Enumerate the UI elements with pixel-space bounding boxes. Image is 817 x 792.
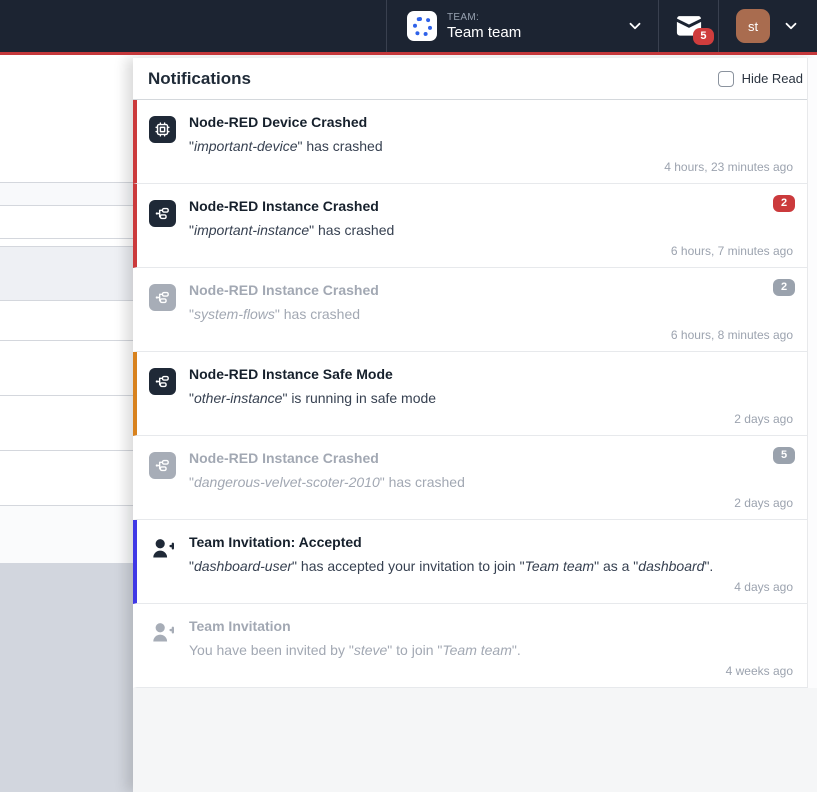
- team-switcher[interactable]: TEAM: Team team: [386, 0, 659, 52]
- background-block: [0, 563, 133, 792]
- notification-body: Team Invitation: Accepted "dashboard-use…: [189, 533, 797, 575]
- background-page: [0, 58, 133, 792]
- notification-timestamp: 6 hours, 8 minutes ago: [671, 328, 793, 342]
- navbar-spacer: [0, 0, 386, 52]
- team-avatar: [407, 11, 437, 41]
- background-divider: [0, 450, 133, 451]
- notification-body: Node-RED Device Crashed "important-devic…: [189, 113, 797, 155]
- notification-timestamp: 6 hours, 7 minutes ago: [671, 244, 793, 258]
- notification-body: Team Invitation You have been invited by…: [189, 617, 797, 659]
- notifications-button[interactable]: 5: [659, 0, 719, 52]
- notifications-footer: [133, 688, 817, 792]
- device-icon: [149, 116, 176, 143]
- instance-icon: [149, 200, 176, 227]
- notification-body: Node-RED Instance Crashed "important-ins…: [189, 197, 797, 239]
- instance-icon: [149, 452, 176, 479]
- notification-body: Node-RED Instance Safe Mode "other-insta…: [189, 365, 797, 407]
- notification-message: "dashboard-user" has accepted your invit…: [189, 557, 757, 575]
- hide-read-checkbox[interactable]: [718, 71, 734, 87]
- notifications-panel: Notifications Hide Read Node-RED Device …: [133, 58, 817, 792]
- team-name: Team team: [447, 24, 626, 41]
- background-divider: [0, 505, 133, 506]
- team-texts: TEAM: Team team: [447, 12, 626, 41]
- background-divider: [0, 182, 133, 183]
- notification-item[interactable]: Team Invitation You have been invited by…: [133, 604, 817, 688]
- notification-list: Node-RED Device Crashed "important-devic…: [133, 100, 817, 688]
- hide-read-toggle[interactable]: Hide Read: [718, 71, 803, 87]
- notification-message: "other-instance" is running in safe mode: [189, 389, 757, 407]
- chevron-down-icon: [782, 17, 800, 35]
- notification-timestamp: 4 hours, 23 minutes ago: [664, 160, 793, 174]
- background-divider: [0, 238, 133, 239]
- scrollbar[interactable]: [807, 58, 817, 688]
- notification-message: "important-instance" has crashed: [189, 221, 757, 239]
- team-logo-icon: [413, 17, 432, 36]
- background-divider: [0, 300, 133, 301]
- background-divider: [0, 340, 133, 341]
- notification-timestamp: 2 days ago: [734, 496, 793, 510]
- unread-count-badge: 5: [693, 28, 713, 45]
- background-divider: [0, 395, 133, 396]
- notification-title: Team Invitation: [189, 617, 757, 635]
- chevron-down-icon: [626, 17, 644, 35]
- notification-timestamp: 4 days ago: [734, 580, 793, 594]
- top-navbar: TEAM: Team team 5 st: [0, 0, 817, 55]
- notification-title: Team Invitation: Accepted: [189, 533, 757, 551]
- background-row: [0, 505, 133, 563]
- background-divider: [0, 205, 133, 206]
- notification-item[interactable]: Node-RED Instance Crashed "important-ins…: [133, 184, 817, 268]
- notification-count-badge: 2: [773, 195, 795, 212]
- user-add-icon: [149, 536, 176, 563]
- user-avatar: st: [736, 9, 770, 43]
- notifications-header: Notifications Hide Read: [133, 58, 817, 100]
- notification-message: You have been invited by "steve" to join…: [189, 641, 757, 659]
- notification-count-badge: 2: [773, 279, 795, 296]
- notification-title: Node-RED Device Crashed: [189, 113, 757, 131]
- notification-body: Node-RED Instance Crashed "system-flows"…: [189, 281, 797, 323]
- notification-message: "important-device" has crashed: [189, 137, 757, 155]
- panel-title: Notifications: [148, 69, 718, 89]
- background-divider: [0, 246, 133, 247]
- notification-timestamp: 2 days ago: [734, 412, 793, 426]
- notification-item[interactable]: Node-RED Instance Crashed "system-flows"…: [133, 268, 817, 352]
- user-add-icon: [149, 620, 176, 647]
- notification-title: Node-RED Instance Safe Mode: [189, 365, 757, 383]
- notification-body: Node-RED Instance Crashed "dangerous-vel…: [189, 449, 797, 491]
- notification-title: Node-RED Instance Crashed: [189, 449, 757, 467]
- background-row: [0, 246, 133, 300]
- background-row: [0, 182, 133, 205]
- notification-item[interactable]: Team Invitation: Accepted "dashboard-use…: [133, 520, 817, 604]
- notification-item[interactable]: Node-RED Device Crashed "important-devic…: [133, 100, 817, 184]
- notification-title: Node-RED Instance Crashed: [189, 197, 757, 215]
- team-label: TEAM:: [447, 12, 626, 23]
- instance-icon: [149, 284, 176, 311]
- hide-read-label: Hide Read: [742, 71, 803, 86]
- notification-message: "dangerous-velvet-scoter-2010" has crash…: [189, 473, 757, 491]
- notification-item[interactable]: Node-RED Instance Crashed "dangerous-vel…: [133, 436, 817, 520]
- notification-title: Node-RED Instance Crashed: [189, 281, 757, 299]
- notification-timestamp: 4 weeks ago: [726, 664, 793, 678]
- instance-icon: [149, 368, 176, 395]
- notification-message: "system-flows" has crashed: [189, 305, 757, 323]
- notification-count-badge: 5: [773, 447, 795, 464]
- user-menu[interactable]: st: [719, 0, 817, 52]
- notification-item[interactable]: Node-RED Instance Safe Mode "other-insta…: [133, 352, 817, 436]
